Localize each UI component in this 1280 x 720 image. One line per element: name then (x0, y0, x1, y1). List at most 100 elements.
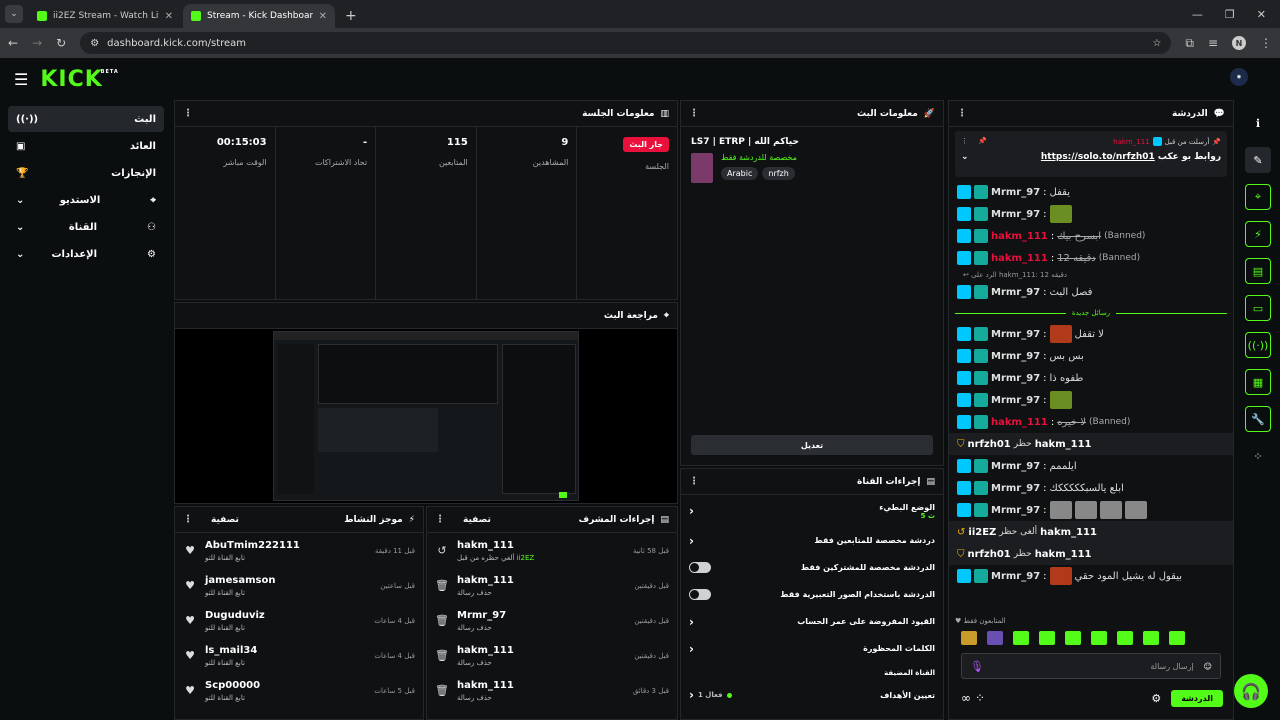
chat-message[interactable]: hakm_111: 12 دقيقه (Banned) (949, 247, 1233, 269)
close-icon[interactable]: ✕ (319, 11, 327, 22)
gear-icon[interactable]: ⚙ (1151, 692, 1161, 705)
chat-username[interactable]: Mrmr_97 (991, 351, 1040, 362)
filter-button[interactable]: تصفية (211, 515, 239, 525)
emote-icon[interactable] (961, 631, 977, 645)
info-icon[interactable]: ℹ (1245, 110, 1271, 136)
panel-menu-icon[interactable]: ⋮ (183, 514, 193, 525)
panel-menu-icon[interactable]: ⋮ (183, 108, 193, 119)
subscribers-only-row[interactable]: الدردشة مخصصة للمشتركين فقط (681, 554, 943, 581)
support-headset-icon[interactable]: 🎧 (1234, 674, 1268, 708)
set-goals-row[interactable]: › فعال 1 تعيين الأهداف (681, 684, 943, 706)
chat-username[interactable]: Mrmr_97 (991, 373, 1040, 384)
emote-icon[interactable] (1039, 631, 1055, 645)
stream-video[interactable] (175, 329, 677, 503)
activity-item[interactable]: ♥ AbuTmim222111 تابع القناة للتو قبل 11 … (175, 533, 423, 568)
bookmark-star-icon[interactable]: ☆ (1152, 38, 1161, 49)
chat-message[interactable]: Mrmr_97: بس بس (949, 345, 1233, 367)
chat-username[interactable]: hakm_111 (991, 231, 1048, 242)
panel-menu-icon[interactable]: ⋮ (689, 476, 699, 487)
panel-menu-icon[interactable]: ⋮ (689, 108, 699, 119)
chat-username[interactable]: Mrmr_97 (991, 287, 1040, 298)
points-icon[interactable]: ⁘ (975, 691, 985, 705)
chat-username[interactable]: hakm_111 (991, 417, 1048, 428)
account-age-row[interactable]: › القيود المفروضة على عمر الحساب (681, 608, 943, 635)
banned-words-row[interactable]: › الكلمات المحظورة (681, 635, 943, 662)
chat-username[interactable]: Mrmr_97 (991, 505, 1040, 516)
send-chat-button[interactable]: الدردشة (1171, 689, 1223, 707)
tab-search-button[interactable]: ⌄ (5, 5, 23, 23)
edit-icon[interactable]: ✎ (1245, 147, 1271, 173)
chat-message[interactable]: Mrmr_97: (949, 499, 1233, 521)
chat-username[interactable]: hakm_111 (991, 253, 1048, 264)
pinned-user[interactable]: hakm_111 (1113, 138, 1149, 146)
forward-icon[interactable]: → (32, 36, 42, 50)
lightning-icon[interactable]: ⚡ (1245, 221, 1271, 247)
new-tab-button[interactable]: + (345, 8, 357, 24)
pin-icon[interactable]: 📌 (978, 137, 987, 146)
extensions-icon[interactable]: ⧉ (1185, 36, 1194, 51)
emote-icon[interactable] (1169, 631, 1185, 645)
activity-item[interactable]: ♥ jamesamson تابع القناة للتو قبل ساعتين (175, 568, 423, 603)
close-icon[interactable]: ✕ (165, 11, 173, 22)
layout-icon[interactable]: ▦ (1245, 369, 1271, 395)
chat-username[interactable]: Mrmr_97 (991, 187, 1040, 198)
emote-icon[interactable] (1091, 631, 1107, 645)
emote-icon[interactable] (987, 631, 1003, 645)
activity-item[interactable]: ♥ Duguduviz تابع القناة للتو قبل 4 ساعات (175, 603, 423, 638)
sidebar-item-settings[interactable]: ⌄ الإعدادات ⚙ (8, 241, 164, 267)
activity-item[interactable]: ♥ Scp00000 تابع القناة للتو قبل 5 ساعات (175, 673, 423, 708)
sidebar-item-studio[interactable]: ⌄ الاستديو ⌖ (8, 187, 164, 213)
hamburger-menu-icon[interactable]: ☰ (14, 70, 28, 89)
emote-icon[interactable] (1117, 631, 1133, 645)
document-icon[interactable]: ▤ (1245, 258, 1271, 284)
emotes-only-row[interactable]: الدردشة باستخدام الصور التعبيرية فقط (681, 581, 943, 608)
broadcast-icon[interactable]: ((·)) (1245, 332, 1271, 358)
infinity-icon[interactable]: ∞ (961, 691, 971, 705)
subscribers-only-toggle[interactable] (689, 562, 711, 573)
sidebar-item-achievements[interactable]: 🏆 الإنجازات (8, 160, 164, 186)
chat-message[interactable]: hakm_111: ابسرح بيك (Banned) (949, 225, 1233, 247)
chat-username[interactable]: Mrmr_97 (991, 209, 1040, 220)
sidebar-item-stream[interactable]: ((·)) البث (8, 106, 164, 132)
chat-username[interactable]: Mrmr_97 (991, 483, 1040, 494)
chat-message[interactable]: Mrmr_97: فصل البث (949, 281, 1233, 303)
followers-only-row[interactable]: › دردشة مخصصة للمتابعين فقط (681, 527, 943, 554)
back-icon[interactable]: ← (8, 36, 18, 50)
chat-message[interactable]: Mrmr_97: يقفل (949, 181, 1233, 203)
pinned-link[interactable]: https://solo.to/nrfzh01 (1041, 152, 1155, 162)
emote-icon[interactable] (1143, 631, 1159, 645)
kebab-menu-icon[interactable]: ⋮ (1260, 36, 1272, 50)
kebab-menu-icon[interactable]: ⋮ (961, 137, 968, 146)
emoji-icon[interactable]: ☺ (1204, 662, 1212, 671)
chat-message[interactable]: Mrmr_97: طفوه ذا (949, 367, 1233, 389)
chat-message[interactable]: Mrmr_97: ايلممم (949, 455, 1233, 477)
media-icon[interactable]: ≡ (1208, 36, 1218, 50)
site-info-icon[interactable]: ⚙ (90, 38, 99, 49)
chat-message[interactable]: Mrmr_97: لا تقفل (949, 323, 1233, 345)
kick-logo[interactable]: KICK BETA (40, 67, 117, 92)
chat-username[interactable]: Mrmr_97 (991, 571, 1040, 582)
slow-mode-row[interactable]: › الوضع البطيء 5 ث (681, 495, 943, 527)
mod-action-item[interactable]: 🗑 hakm_111 حذف رسالة قبل دقيقتين (427, 638, 677, 673)
chat-username[interactable]: Mrmr_97 (991, 461, 1040, 472)
panel-menu-icon[interactable]: ⋮ (957, 108, 967, 119)
chat-message[interactable]: Mrmr_97: (949, 389, 1233, 411)
panel-menu-icon[interactable]: ⋮ (435, 514, 445, 525)
activity-item[interactable]: ♥ ls_mail34 تابع القناة للتو قبل 4 ساعات (175, 638, 423, 673)
url-field[interactable]: ⚙ dashboard.kick.com/stream ☆ (80, 32, 1172, 54)
studio-icon[interactable]: ⌖ (1245, 184, 1271, 210)
chevron-down-icon[interactable]: ⌄ (961, 152, 969, 162)
emotes-only-toggle[interactable] (689, 589, 711, 600)
mod-action-item[interactable]: 🗑 hakm_111 حذف رسالة قبل 3 دقائق (427, 673, 677, 708)
wrench-icon[interactable]: 🔧 (1245, 406, 1271, 432)
browser-tab-stream[interactable]: ii2EZ Stream - Watch Live on Kick ✕ (29, 4, 181, 28)
minimize-icon[interactable]: — (1192, 8, 1203, 21)
mod-action-item[interactable]: ↺ hakm_111 ألغي حظره من قبل ii2EZ قبل 58… (427, 533, 677, 568)
sidebar-item-channel[interactable]: ⌄ القناة ⚇ (8, 214, 164, 240)
emote-icon[interactable] (1065, 631, 1081, 645)
mod-action-item[interactable]: 🗑 Mrmr_97 حذف رسالة قبل دقيقتين (427, 603, 677, 638)
emote-icon[interactable] (1013, 631, 1029, 645)
microphone-icon[interactable]: 🎙 (970, 660, 984, 673)
points-icon[interactable]: ⁘ (1245, 443, 1271, 469)
chat-message[interactable]: Mrmr_97: ابلع يالسبكككككك (949, 477, 1233, 499)
